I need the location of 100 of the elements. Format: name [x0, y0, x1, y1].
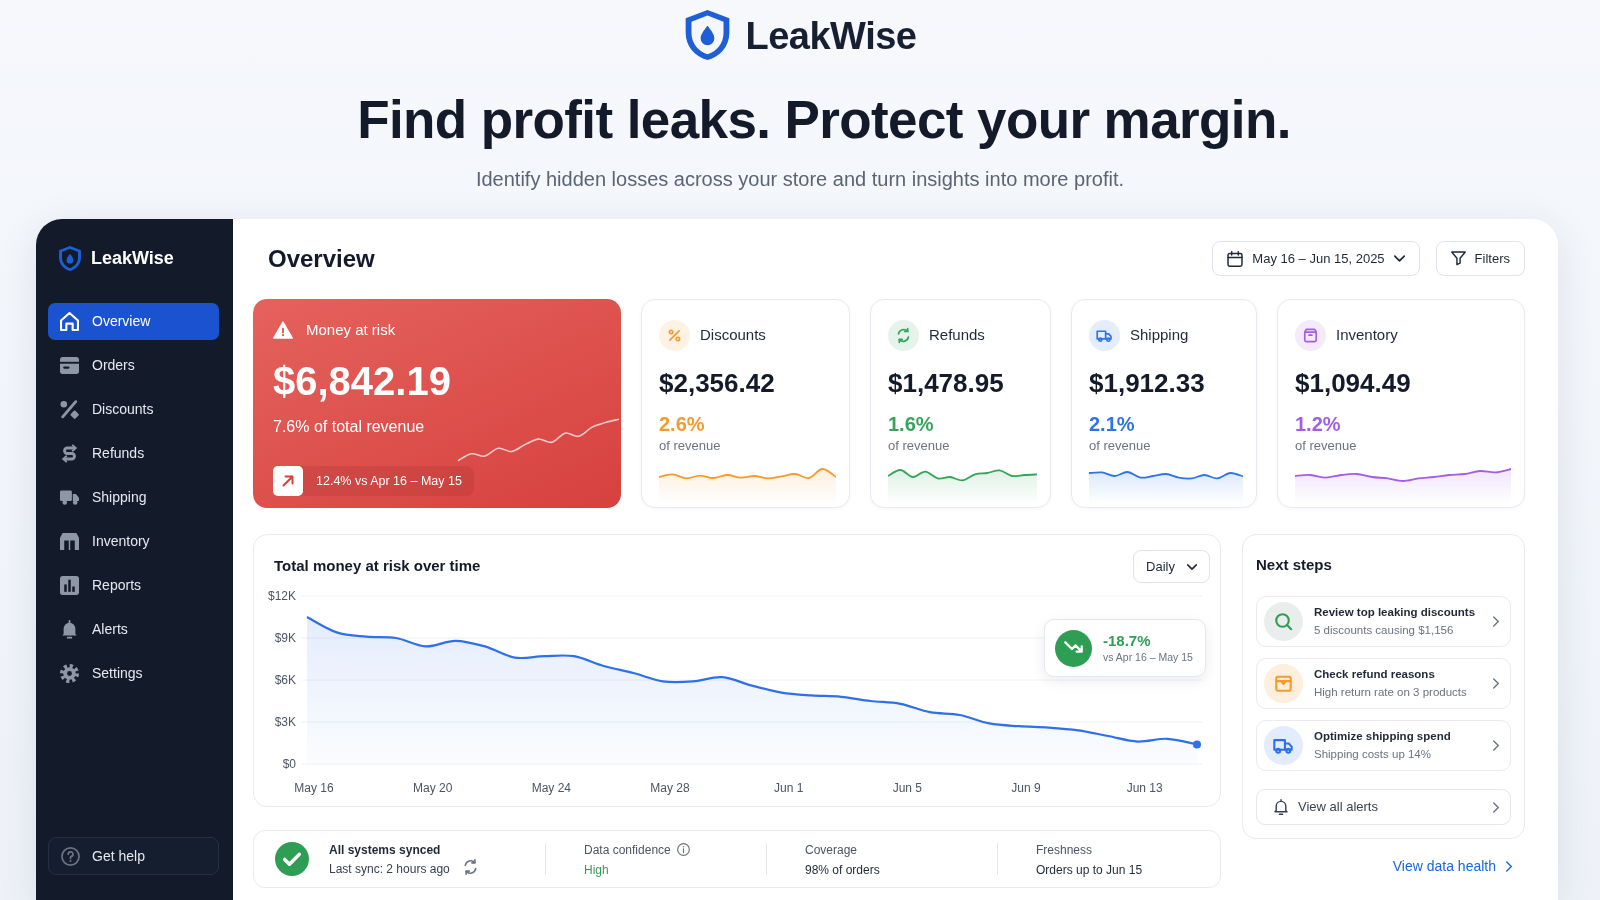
metric-caption: of revenue [1295, 438, 1358, 454]
axis-label: May 28 [650, 781, 690, 795]
metric-percent: 1.2% [1295, 412, 1342, 436]
metric-value: $1,094.49 [1295, 367, 1412, 399]
chevron-right-icon [1493, 616, 1499, 627]
metric-caption: of revenue [888, 438, 951, 454]
next-step-item[interactable]: Optimize shipping spend Shipping costs up 14% [1256, 720, 1511, 771]
metric-percent: 2.6% [659, 412, 706, 436]
next-step-item[interactable]: Review top leaking discounts 5 discounts causing $1,156 [1256, 596, 1511, 647]
axis-label: $3K [274, 715, 296, 729]
axis-label: $0 [282, 757, 296, 771]
axis-label: Jun 5 [892, 781, 922, 795]
axis-label: $12K [267, 589, 296, 603]
sidebar-item[interactable]: Settings [48, 655, 219, 692]
step-subtitle: High return rate on 3 products [1314, 685, 1468, 700]
metric-caption: of revenue [659, 438, 722, 454]
chevron-down-icon [1393, 255, 1405, 262]
sidebar-item[interactable]: Overview [48, 303, 219, 340]
axis-label: May 16 [294, 781, 334, 795]
field-label: Coverage [805, 841, 858, 858]
metric-value: $2,356.42 [659, 367, 776, 399]
metric-percent: 1.6% [888, 412, 935, 436]
brand-name: LeakWise [91, 247, 174, 270]
sidebar-item[interactable]: Orders [48, 347, 219, 384]
truck-icon [1089, 320, 1120, 351]
field-value: 98% of orders [805, 861, 881, 878]
metric-value: $1,478.95 [888, 367, 1005, 399]
shield-drop-logo-icon [59, 245, 81, 272]
axis-label: May 24 [531, 781, 571, 795]
metric-caption: of revenue [1089, 438, 1152, 454]
warehouse-icon [60, 532, 79, 551]
chevron-down-icon [1187, 563, 1197, 570]
search-icon [1264, 602, 1303, 641]
sidebar-item[interactable]: Shipping [48, 479, 219, 516]
bell-icon [60, 620, 79, 639]
box-icon [1264, 664, 1303, 703]
refresh-icon [463, 859, 477, 875]
axis-label: Jun 9 [1011, 781, 1041, 795]
change-period: vs Apr 16 – May 15 [1103, 650, 1193, 664]
truck-icon [1264, 726, 1303, 765]
step-title: Optimize shipping spend [1314, 729, 1452, 744]
subtitle: Identify hidden losses across your store and turn insights into more profit. [475, 167, 1125, 192]
info-icon [676, 843, 690, 856]
axis-label: $6K [274, 673, 296, 687]
axis-label: Jun 1 [774, 781, 804, 795]
step-subtitle: Shipping costs up 14% [1314, 747, 1432, 762]
chevron-right-icon [1493, 801, 1499, 813]
filters-button[interactable]: Filters [1435, 241, 1525, 276]
chart-title: Total money at risk over time [274, 556, 481, 577]
register-icon [60, 356, 79, 375]
field-value: Orders up to Jun 15 [1036, 861, 1143, 878]
trend-text: 12.4% vs Apr 16 – May 15 [316, 472, 462, 490]
truck-icon [60, 488, 79, 507]
calendar-icon [1227, 250, 1244, 267]
funnel-icon [1450, 251, 1466, 266]
chevron-right-icon [1506, 861, 1512, 872]
step-title: Check refund reasons [1314, 667, 1436, 682]
next-step-item[interactable]: Check refund reasons High return rate on 3 products [1256, 658, 1511, 709]
percent-icon [659, 320, 690, 351]
sidebar-item[interactable]: Refunds [48, 435, 219, 472]
arrow-up-right-icon [273, 466, 303, 496]
refresh-icon [888, 320, 919, 351]
metric-value: $1,912.33 [1089, 367, 1206, 399]
card-title: Money at risk [306, 319, 396, 340]
axis-label: May 20 [413, 781, 453, 795]
shield-drop-logo-icon [683, 10, 731, 62]
panel-title: Next steps [1256, 555, 1333, 575]
view-all-alerts-button[interactable]: View all alerts [1256, 789, 1511, 825]
metric-label: Refunds [929, 325, 985, 346]
risk-amount: $6,842.19 [273, 358, 452, 404]
sidebar-item[interactable]: Alerts [48, 611, 219, 648]
view-data-health-link[interactable]: View data health [1392, 856, 1512, 877]
page-title: Overview [268, 243, 375, 274]
metric-percent: 2.1% [1089, 412, 1136, 436]
home-icon [60, 312, 79, 331]
change-value: -18.7% [1103, 632, 1152, 650]
metric-label: Inventory [1336, 325, 1398, 346]
refund-arrows-icon [60, 444, 79, 463]
sidebar-item[interactable]: Reports [48, 567, 219, 604]
interval-dropdown[interactable]: Daily [1133, 550, 1210, 583]
axis-label: $9K [274, 631, 296, 645]
metric-label: Discounts [700, 325, 766, 346]
step-subtitle: 5 discounts causing $1,156 [1314, 623, 1455, 638]
check-circle-icon [275, 842, 309, 876]
trend-down-icon [1055, 629, 1092, 667]
help-icon [61, 846, 80, 866]
last-sync-text: Last sync: 2 hours ago [329, 860, 450, 877]
axis-label: Jun 13 [1126, 781, 1163, 795]
field-value: High [584, 861, 610, 878]
metric-label: Shipping [1130, 325, 1189, 346]
sidebar-item[interactable]: Discounts [48, 391, 219, 428]
date-range-button[interactable]: May 16 – Jun 15, 2025 [1212, 241, 1420, 276]
field-label: Data confidence [584, 841, 671, 858]
field-label: Freshness [1036, 841, 1093, 858]
chevron-right-icon [1493, 740, 1499, 751]
headline: Find profit leaks. Protect your margin. [357, 89, 1291, 151]
help-button[interactable]: Get help [48, 837, 219, 875]
warning-icon [273, 321, 293, 339]
sidebar-item[interactable]: Inventory [48, 523, 219, 560]
end-point-marker [1193, 740, 1201, 749]
